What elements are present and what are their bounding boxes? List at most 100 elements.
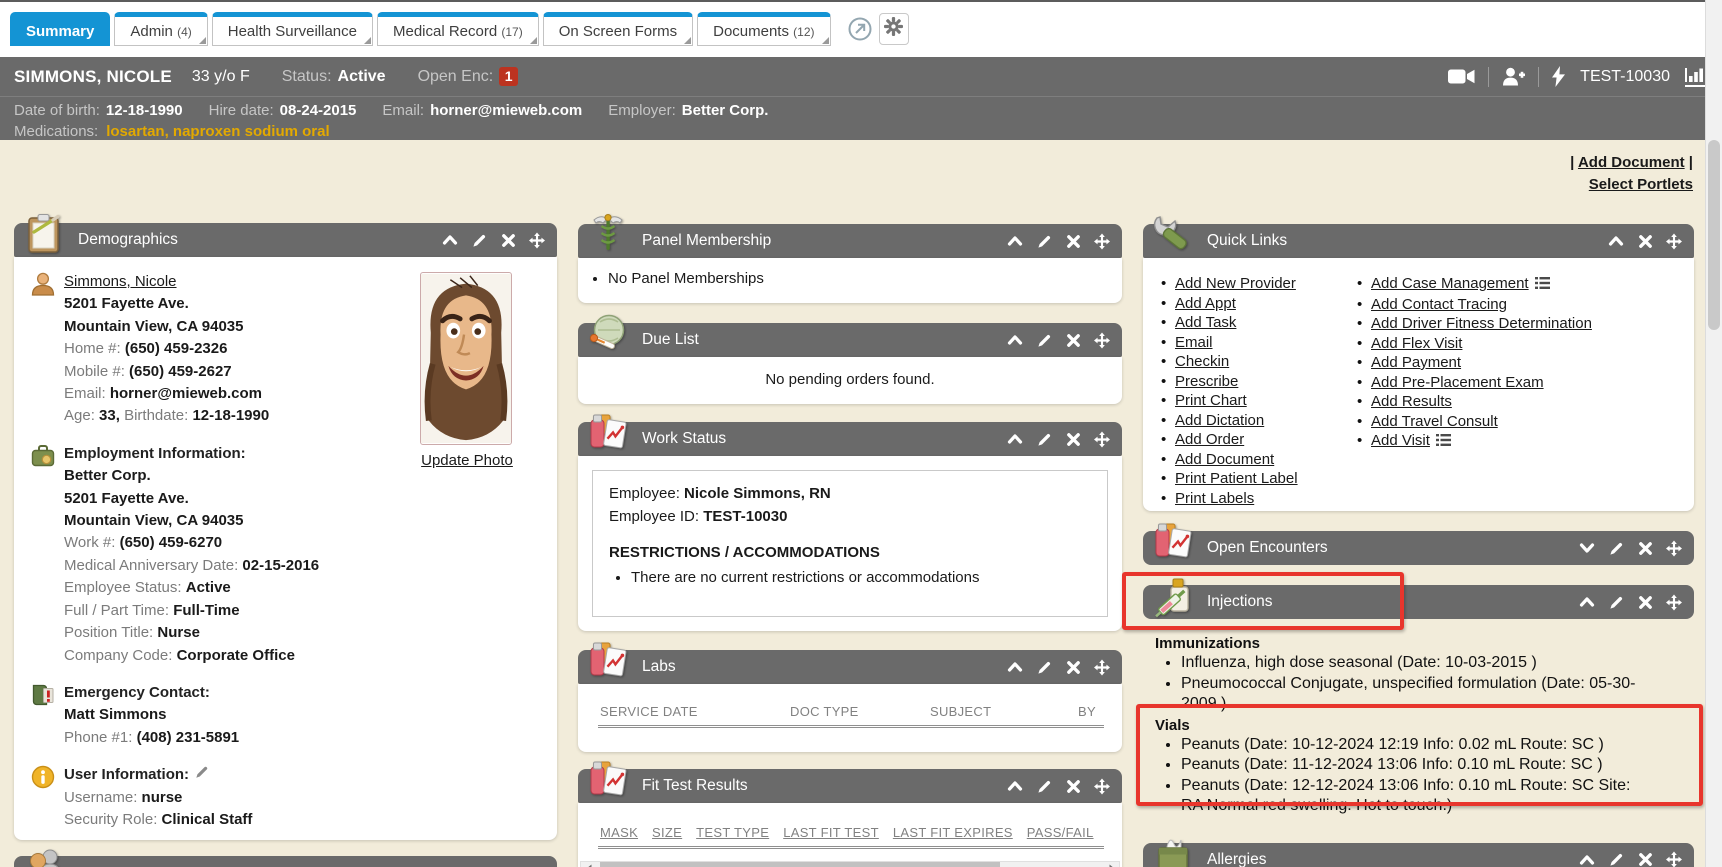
open-encounters-badge[interactable]: 1	[499, 67, 518, 86]
quick-link[interactable]: Add Order	[1175, 431, 1244, 448]
edit-icon[interactable]	[1036, 431, 1052, 447]
lightning-bolt-icon[interactable]	[1552, 66, 1565, 87]
quick-link[interactable]: Add Task	[1175, 314, 1236, 331]
vertical-scrollbar[interactable]	[1705, 0, 1722, 867]
menu-list-icon[interactable]	[1436, 432, 1451, 451]
column-header-link[interactable]: MASK	[600, 825, 638, 840]
tab-summary[interactable]: Summary	[10, 12, 110, 46]
move-icon[interactable]	[1094, 431, 1110, 447]
column-header-link[interactable]: SIZE	[652, 825, 682, 840]
emergency-heading: Emergency Contact:	[64, 682, 239, 704]
portlet-header-open-encounters: Open Encounters	[1143, 531, 1694, 565]
tab-medical-record[interactable]: Medical Record (17)	[377, 12, 539, 46]
quick-link[interactable]: Email	[1175, 334, 1213, 351]
caduceus-icon	[586, 212, 630, 258]
quick-link[interactable]: Checkin	[1175, 353, 1229, 370]
collapse-icon[interactable]	[1007, 233, 1023, 249]
collapse-icon[interactable]	[1579, 852, 1595, 867]
move-icon[interactable]	[1094, 778, 1110, 794]
medication-link[interactable]: naproxen sodium oral	[173, 123, 330, 140]
quick-link[interactable]: Add New Provider	[1175, 275, 1296, 292]
move-icon[interactable]	[1666, 233, 1682, 249]
tab-health-surveillance[interactable]: Health Surveillance	[212, 12, 373, 46]
quick-link[interactable]: Add Appt	[1175, 295, 1236, 312]
collapse-icon[interactable]	[1007, 778, 1023, 794]
move-icon[interactable]	[1666, 594, 1682, 610]
quick-link[interactable]: Add Driver Fitness Determination	[1371, 315, 1592, 332]
quick-link[interactable]: Add Pre-Placement Exam	[1371, 374, 1544, 391]
move-icon[interactable]	[1666, 852, 1682, 867]
video-camera-icon[interactable]	[1448, 68, 1475, 85]
update-photo-link[interactable]: Update Photo	[421, 452, 513, 469]
open-encounters-icon	[1151, 519, 1195, 565]
edit-icon[interactable]	[1608, 852, 1624, 867]
scroll-right-arrow[interactable]	[1104, 862, 1119, 867]
close-icon[interactable]	[1065, 659, 1081, 675]
close-icon[interactable]	[1065, 233, 1081, 249]
move-icon[interactable]	[1094, 659, 1110, 675]
edit-icon[interactable]	[1036, 778, 1052, 794]
edit-icon[interactable]	[1036, 233, 1052, 249]
close-icon[interactable]	[1065, 332, 1081, 348]
restrictions-heading: RESTRICTIONS / ACCOMMODATIONS	[609, 542, 1091, 565]
dob-value: 12-18-1990	[106, 102, 183, 119]
move-icon[interactable]	[1666, 540, 1682, 556]
quick-link[interactable]: Print Patient Label	[1175, 470, 1298, 487]
menu-list-icon[interactable]	[1535, 275, 1550, 294]
quick-link[interactable]: Add Results	[1371, 393, 1452, 410]
scrollbar-thumb[interactable]	[600, 862, 1000, 867]
wrench-icon	[1151, 212, 1195, 258]
edit-icon[interactable]	[1036, 659, 1052, 675]
tab-admin[interactable]: Admin (4)	[114, 12, 207, 46]
edit-icon[interactable]	[1036, 332, 1052, 348]
column-header-link[interactable]: LAST FIT TEST	[783, 825, 879, 840]
edit-icon[interactable]	[471, 232, 487, 248]
collapse-icon[interactable]	[1579, 594, 1595, 610]
patient-name-link[interactable]: Simmons, Nicole	[64, 273, 177, 290]
column-header-link[interactable]: PASS/FAIL	[1027, 825, 1094, 840]
close-icon[interactable]	[500, 232, 516, 248]
move-icon[interactable]	[529, 232, 545, 248]
quick-link[interactable]: Print Chart	[1175, 392, 1247, 409]
column-header: SERVICE DATE	[600, 704, 790, 719]
close-icon[interactable]	[1637, 594, 1653, 610]
settings-gear-button[interactable]	[879, 13, 909, 45]
close-icon[interactable]	[1637, 852, 1653, 867]
close-icon[interactable]	[1637, 233, 1653, 249]
column-header-link[interactable]: LAST FIT EXPIRES	[893, 825, 1013, 840]
close-icon[interactable]	[1065, 431, 1081, 447]
expand-icon[interactable]	[1579, 540, 1595, 556]
person-add-icon[interactable]	[1502, 67, 1525, 86]
quick-link[interactable]: Add Flex Visit	[1371, 335, 1462, 352]
scrollbar-thumb[interactable]	[1708, 140, 1720, 330]
quick-link[interactable]: Add Contact Tracing	[1371, 296, 1507, 313]
collapse-icon[interactable]	[1007, 659, 1023, 675]
edit-user-info-icon[interactable]	[195, 764, 209, 786]
move-icon[interactable]	[1094, 332, 1110, 348]
close-icon[interactable]	[1065, 778, 1081, 794]
collapse-icon[interactable]	[1007, 431, 1023, 447]
tab-documents[interactable]: Documents (12)	[697, 12, 830, 46]
quick-link[interactable]: Add Travel Consult	[1371, 413, 1498, 430]
scroll-left-arrow[interactable]	[581, 862, 596, 867]
edit-icon[interactable]	[1608, 540, 1624, 556]
popout-icon[interactable]	[847, 16, 873, 42]
medication-link[interactable]: losartan	[106, 123, 173, 140]
move-icon[interactable]	[1094, 233, 1110, 249]
quick-link[interactable]: Add Payment	[1371, 354, 1461, 371]
horizontal-scrollbar[interactable]	[580, 861, 1120, 867]
tab-on-screen-forms[interactable]: On Screen Forms	[543, 12, 693, 46]
quick-link[interactable]: Add Visit	[1371, 432, 1430, 449]
edit-icon[interactable]	[1608, 594, 1624, 610]
collapse-icon[interactable]	[1007, 332, 1023, 348]
quick-link[interactable]: Add Document	[1175, 451, 1274, 468]
collapse-icon[interactable]	[442, 232, 458, 248]
close-icon[interactable]	[1637, 540, 1653, 556]
quick-link[interactable]: Prescribe	[1175, 373, 1238, 390]
quick-link[interactable]: Add Case Management	[1371, 275, 1529, 292]
collapse-icon[interactable]	[1608, 233, 1624, 249]
patient-name: SIMMONS, NICOLE	[14, 67, 172, 87]
column-header-link[interactable]: TEST TYPE	[696, 825, 769, 840]
quick-link[interactable]: Print Labels	[1175, 490, 1254, 507]
quick-link[interactable]: Add Dictation	[1175, 412, 1264, 429]
